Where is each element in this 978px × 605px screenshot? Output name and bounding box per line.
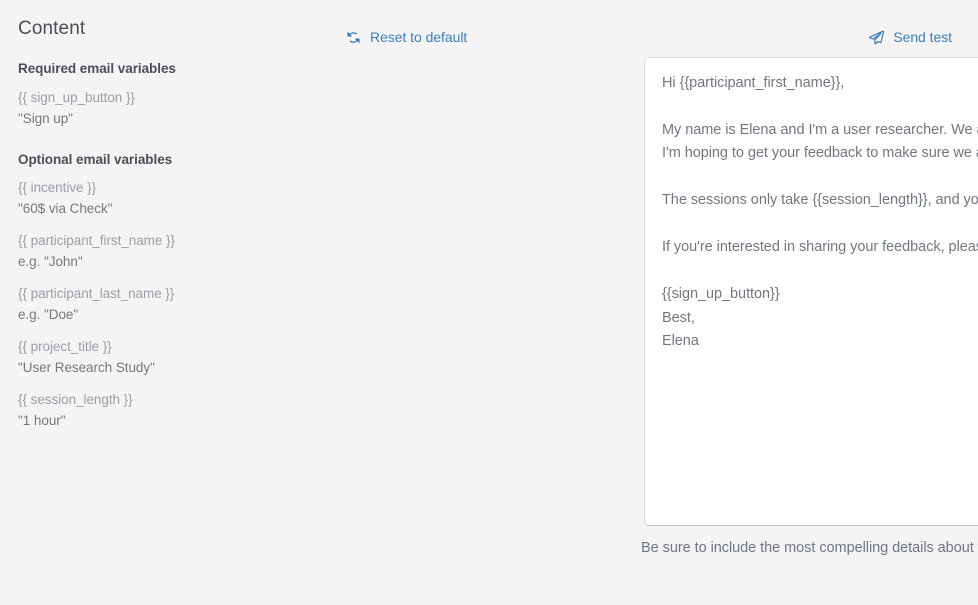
- reset-to-default-label: Reset to default: [370, 29, 468, 45]
- variable-example: "1 hour": [18, 412, 66, 428]
- variable-item: {{ sign_up_button }} "Sign up": [18, 88, 282, 130]
- variable-token: {{ sign_up_button }}: [18, 89, 135, 105]
- page-title: Content: [18, 18, 86, 39]
- required-variables-group: Required email variables {{ sign_up_butt…: [18, 61, 282, 130]
- editor-toolbar: Reset to default Send test: [344, 25, 952, 49]
- variable-token: {{ project_title }}: [18, 338, 112, 354]
- send-test-button[interactable]: Send test: [867, 28, 952, 46]
- email-body-textarea[interactable]: [644, 57, 978, 526]
- variable-item: {{ incentive }} "60$ via Check": [18, 178, 282, 220]
- variable-item: {{ participant_last_name }} e.g. "Doe": [18, 284, 282, 326]
- send-test-label: Send test: [893, 29, 952, 45]
- variables-sidebar: Content Required email variables {{ sign…: [0, 0, 300, 605]
- variable-example: "Sign up": [18, 110, 73, 126]
- paper-plane-icon: [867, 28, 885, 46]
- editor-panel: Reset to default Send test Hi {{particip…: [300, 0, 978, 605]
- helper-text: Be sure to include the most compelling d…: [641, 540, 978, 556]
- variable-item: {{ participant_first_name }} e.g. "John": [18, 231, 282, 273]
- variable-token: {{ session_length }}: [18, 391, 133, 407]
- variable-example: e.g. "Doe": [18, 307, 79, 322]
- variable-token: {{ participant_first_name }}: [18, 233, 175, 249]
- variable-item: {{ session_length }} "1 hour": [18, 390, 282, 432]
- variable-token: {{ incentive }}: [18, 180, 97, 196]
- email-content-editor: Content Required email variables {{ sign…: [0, 0, 978, 605]
- variable-example: "User Research Study": [18, 359, 155, 375]
- required-variables-heading: Required email variables: [18, 60, 176, 76]
- variable-example: e.g. "John": [18, 254, 83, 270]
- reset-to-default-button[interactable]: Reset to default: [344, 28, 467, 46]
- refresh-icon: [344, 28, 362, 46]
- optional-variables-heading: Optional email variables: [18, 151, 173, 167]
- email-body-container: [644, 57, 978, 526]
- variable-item: {{ project_title }} "User Research Study…: [18, 337, 282, 379]
- variable-token: {{ participant_last_name }}: [18, 286, 175, 302]
- variable-example: "60$ via Check": [18, 201, 113, 217]
- optional-variables-group: Optional email variables {{ incentive }}…: [18, 152, 282, 432]
